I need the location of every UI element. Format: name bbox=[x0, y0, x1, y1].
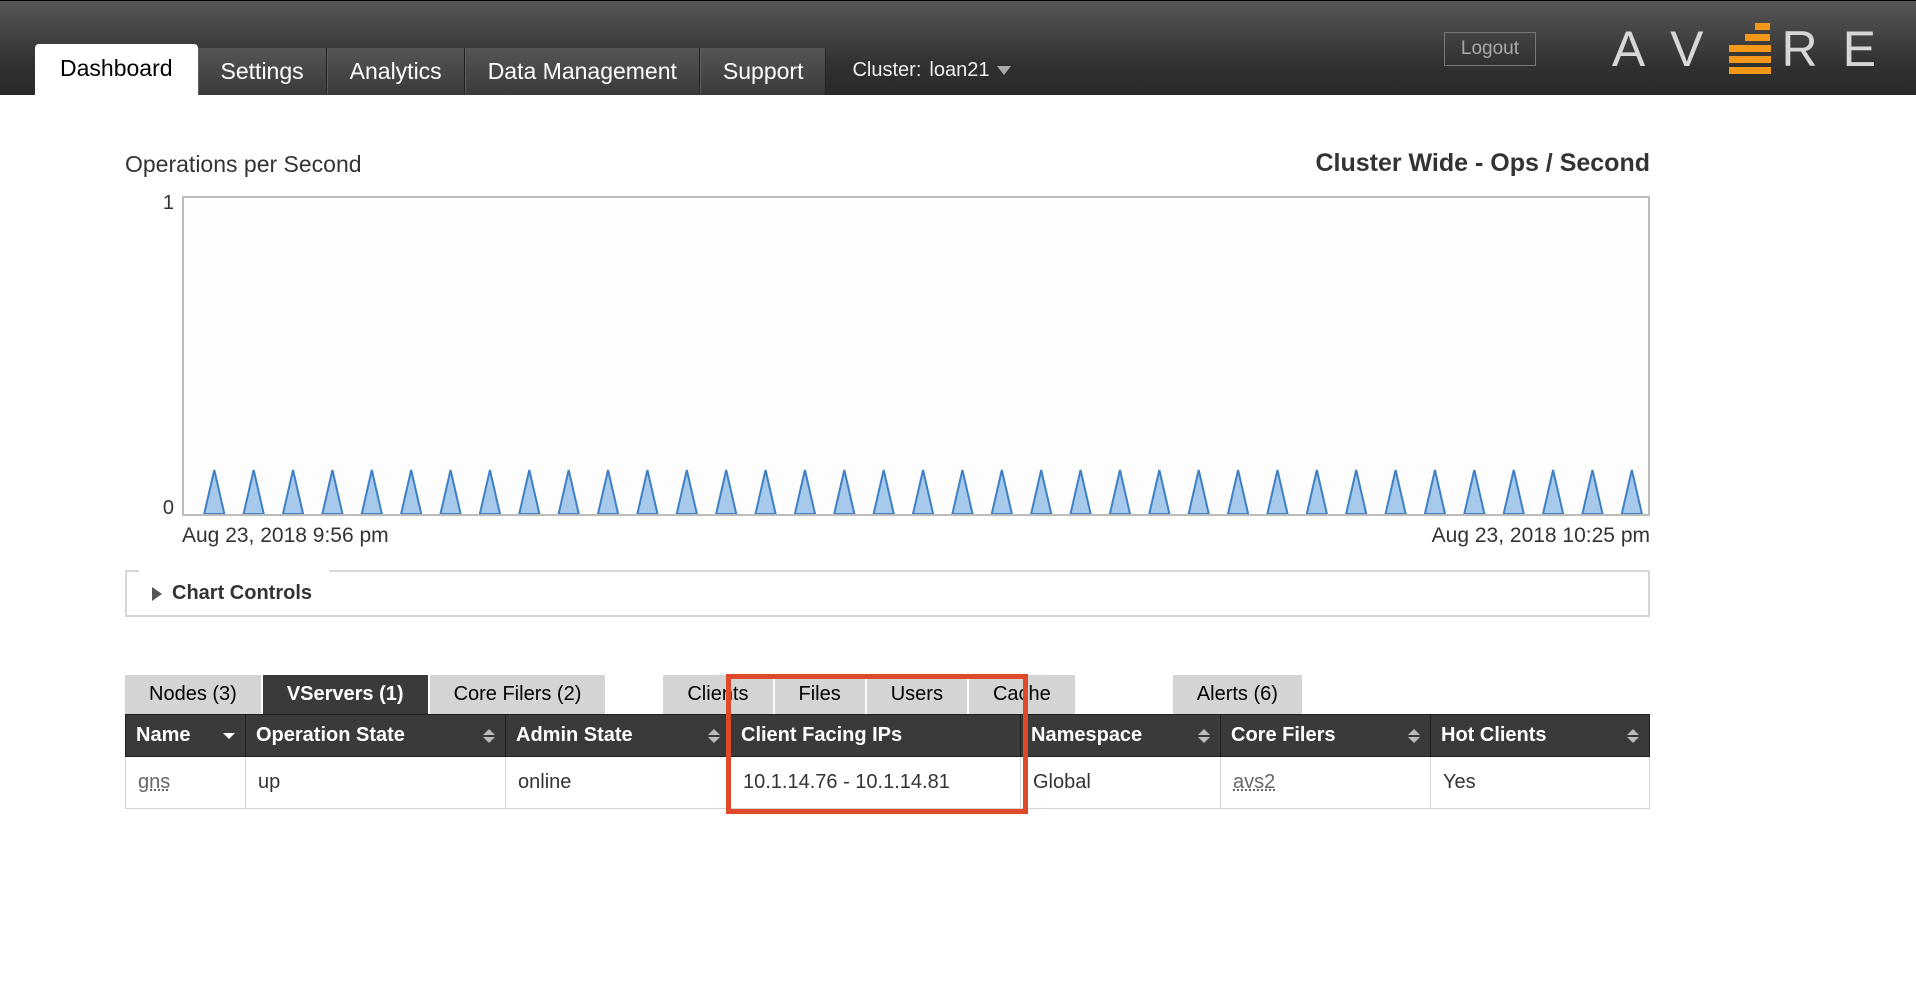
tab-dashboard[interactable]: Dashboard bbox=[35, 44, 198, 95]
cluster-selector[interactable]: Cluster: loan21 bbox=[826, 59, 1011, 95]
cell-client-ips: 10.1.14.76 - 10.1.14.81 bbox=[731, 757, 1021, 809]
logout-button[interactable]: Logout bbox=[1444, 32, 1536, 66]
logo-letter: R bbox=[1782, 20, 1832, 78]
col-admin-state[interactable]: Admin State bbox=[506, 715, 731, 757]
col-core-filers[interactable]: Core Filers bbox=[1221, 715, 1431, 757]
chart-canvas[interactable] bbox=[182, 196, 1650, 516]
chart-controls-label: Chart Controls bbox=[172, 582, 312, 605]
section-tab-vservers[interactable]: VServers (1) bbox=[263, 675, 428, 714]
sort-icon bbox=[708, 729, 720, 743]
tab-analytics[interactable]: Analytics bbox=[327, 48, 465, 95]
logo-letter: V bbox=[1670, 20, 1717, 78]
vserver-name-link[interactable]: gns bbox=[138, 771, 170, 793]
chart-area: 1 0 bbox=[147, 196, 1650, 516]
chevron-down-icon bbox=[997, 66, 1011, 75]
section-tab-clients[interactable]: Clients bbox=[663, 675, 772, 714]
chart-title-left: Operations per Second bbox=[125, 151, 362, 178]
chart-x-axis: Aug 23, 2018 9:56 pm Aug 23, 2018 10:25 … bbox=[125, 516, 1650, 566]
sort-desc-icon bbox=[223, 733, 235, 739]
col-label: Hot Clients bbox=[1441, 724, 1547, 746]
cell-hot-clients: Yes bbox=[1431, 757, 1650, 809]
col-label: Client Facing IPs bbox=[741, 724, 902, 746]
chart-controls-toggle[interactable]: Chart Controls bbox=[125, 570, 1650, 617]
sort-icon bbox=[1198, 729, 1210, 743]
section-tab-cache[interactable]: Cache bbox=[969, 675, 1075, 714]
sort-icon bbox=[483, 729, 495, 743]
section-tab-files[interactable]: Files bbox=[775, 675, 865, 714]
tab-data-management[interactable]: Data Management bbox=[465, 48, 700, 95]
col-label: Core Filers bbox=[1231, 724, 1335, 746]
logo-letter: E bbox=[1843, 20, 1876, 78]
col-operation-state[interactable]: Operation State bbox=[246, 715, 506, 757]
col-client-facing-ips[interactable]: Client Facing IPs bbox=[731, 715, 1021, 757]
tab-settings[interactable]: Settings bbox=[198, 48, 327, 95]
col-label: Namespace bbox=[1031, 724, 1142, 746]
col-label: Admin State bbox=[516, 724, 633, 746]
chart-title-right: Cluster Wide - Ops / Second bbox=[1315, 149, 1650, 178]
vservers-table: Name Operation State Admin State Client … bbox=[125, 714, 1650, 809]
logo-e-icon bbox=[1729, 23, 1771, 78]
x-tick-start: Aug 23, 2018 9:56 pm bbox=[182, 524, 389, 548]
ops-chart bbox=[184, 198, 1648, 514]
section-tabs: Nodes (3) VServers (1) Core Filers (2) C… bbox=[125, 675, 1650, 714]
sort-icon bbox=[1627, 729, 1639, 743]
y-tick: 1 bbox=[163, 192, 174, 215]
x-tick-end: Aug 23, 2018 10:25 pm bbox=[1432, 524, 1650, 548]
sort-icon bbox=[1408, 729, 1420, 743]
section-tab-users[interactable]: Users bbox=[867, 675, 967, 714]
chart-header: Operations per Second Cluster Wide - Ops… bbox=[125, 149, 1650, 178]
top-bar: Logout A V R E Dashboard Settings Analyt… bbox=[0, 0, 1916, 95]
table-row: gns up online 10.1.14.76 - 10.1.14.81 Gl… bbox=[126, 757, 1650, 809]
section-tab-nodes[interactable]: Nodes (3) bbox=[125, 675, 261, 714]
main-nav: Dashboard Settings Analytics Data Manage… bbox=[35, 44, 1011, 95]
avere-logo: A V R E bbox=[1612, 20, 1876, 78]
cluster-name: loan21 bbox=[929, 59, 989, 82]
logo-letter: A bbox=[1612, 20, 1659, 78]
section-tab-alerts[interactable]: Alerts (6) bbox=[1173, 675, 1302, 714]
chart-y-axis: 1 0 bbox=[147, 196, 182, 516]
col-namespace[interactable]: Namespace bbox=[1021, 715, 1221, 757]
cell-namespace: Global bbox=[1021, 757, 1221, 809]
cell-op-state: up bbox=[246, 757, 506, 809]
col-name[interactable]: Name bbox=[126, 715, 246, 757]
section-tab-corefilers[interactable]: Core Filers (2) bbox=[430, 675, 606, 714]
tab-support[interactable]: Support bbox=[700, 48, 827, 95]
cell-admin-state: online bbox=[506, 757, 731, 809]
table-header-row: Name Operation State Admin State Client … bbox=[126, 715, 1650, 757]
cluster-prefix: Cluster: bbox=[852, 59, 921, 82]
core-filer-link[interactable]: avs2 bbox=[1233, 771, 1275, 793]
col-label: Operation State bbox=[256, 724, 405, 746]
col-label: Name bbox=[136, 724, 190, 746]
col-hot-clients[interactable]: Hot Clients bbox=[1431, 715, 1650, 757]
y-tick: 0 bbox=[163, 497, 174, 520]
